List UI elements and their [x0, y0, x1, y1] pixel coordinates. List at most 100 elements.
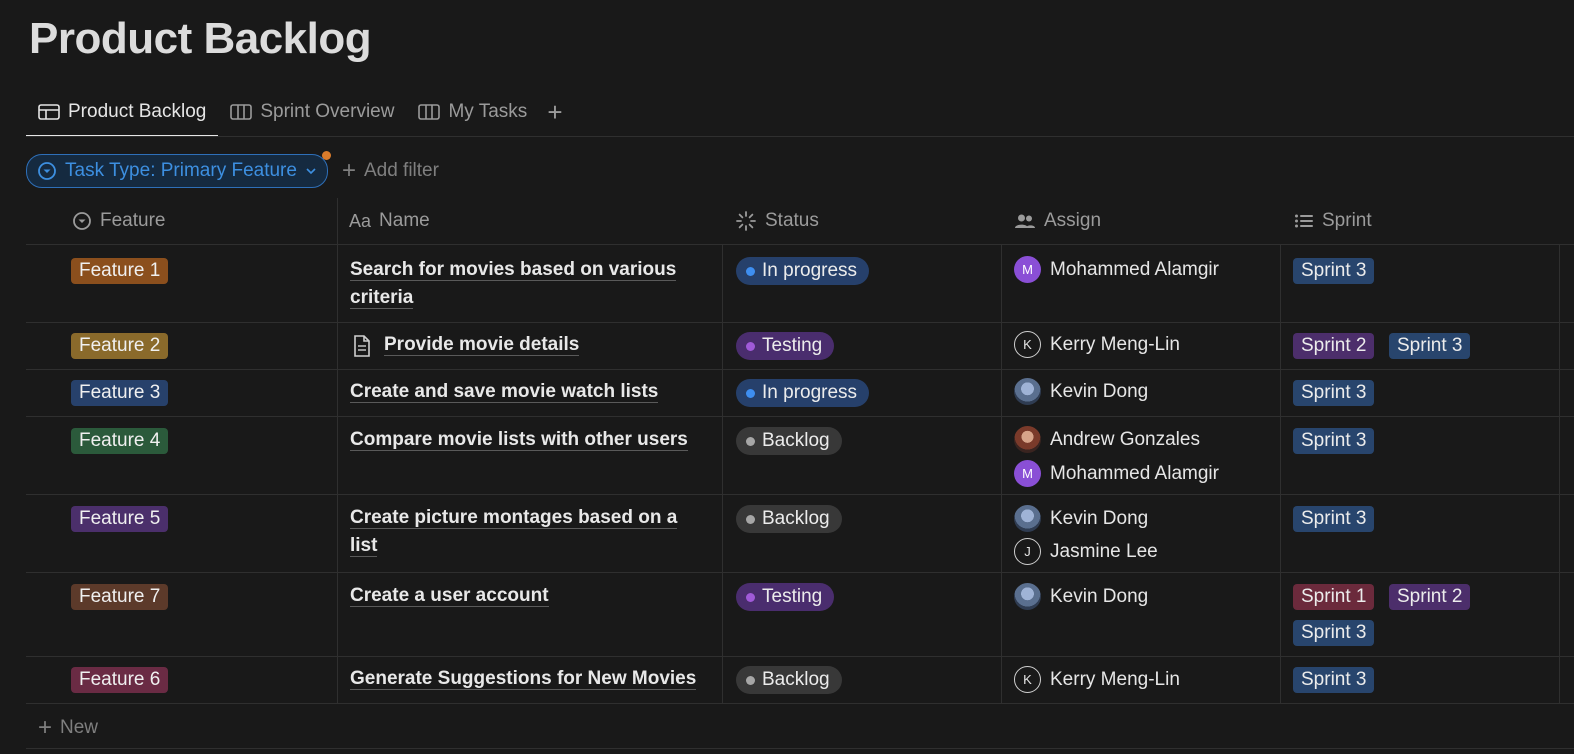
- column-divider: [722, 244, 723, 703]
- status-label: Backlog: [762, 669, 830, 690]
- column-label: Sprint: [1322, 210, 1372, 231]
- assignee-name: Kevin Dong: [1050, 380, 1149, 402]
- table-icon: [38, 104, 60, 120]
- assignee[interactable]: Andrew Gonzales: [1014, 426, 1200, 453]
- status-label: In progress: [762, 260, 858, 281]
- tab-label: My Tasks: [448, 101, 528, 122]
- assignee-name: Kevin Dong: [1050, 585, 1149, 607]
- task-name-line: Create and save movie watch lists: [350, 381, 659, 403]
- status-dot: [746, 436, 755, 446]
- assignee[interactable]: M Mohammed Alamgir: [1014, 460, 1219, 487]
- column-header-name[interactable]: Aa Name: [349, 198, 430, 244]
- select-icon: [73, 212, 91, 230]
- status-badge[interactable]: Backlog: [736, 427, 842, 455]
- assignee[interactable]: K Kerry Meng-Lin: [1014, 331, 1180, 358]
- status-badge[interactable]: Testing: [736, 583, 835, 611]
- document-icon: [354, 335, 370, 357]
- board-icon: [230, 104, 253, 120]
- filter-chip-task-type[interactable]: Task Type: Primary Feature: [26, 151, 331, 188]
- assignee[interactable]: Kevin Dong: [1014, 378, 1148, 405]
- avatar: [1014, 505, 1041, 532]
- feature-tag[interactable]: Feature 5: [71, 506, 169, 532]
- assignee[interactable]: Kevin Dong: [1014, 505, 1148, 532]
- board-icon: [418, 104, 441, 120]
- filter-modified-indicator: [321, 151, 331, 160]
- add-view-button[interactable]: +: [539, 88, 570, 136]
- column-header-feature[interactable]: Feature: [72, 198, 165, 244]
- row-divider: [26, 244, 1574, 245]
- column-label: Assign: [1044, 210, 1102, 231]
- sprint-tag[interactable]: Sprint 2: [1389, 584, 1471, 610]
- assignee-name: Kerry Meng-Lin: [1050, 668, 1180, 690]
- status-dot: [746, 388, 755, 398]
- avatar: K: [1014, 666, 1041, 693]
- feature-tag[interactable]: Feature 7: [71, 584, 169, 610]
- column-divider: [1559, 244, 1560, 703]
- filter-bar: Task Type: Primary Feature + Add filter: [26, 151, 439, 188]
- tab-my-tasks[interactable]: My Tasks: [406, 88, 539, 136]
- status-badge[interactable]: Backlog: [736, 666, 842, 694]
- add-filter-button[interactable]: + Add filter: [342, 157, 439, 185]
- assignee[interactable]: Kevin Dong: [1014, 583, 1148, 610]
- feature-tag[interactable]: Feature 1: [71, 258, 169, 284]
- row-divider: [26, 656, 1574, 657]
- column-header-assign[interactable]: Assign: [1014, 198, 1101, 244]
- avatar: [1014, 378, 1041, 405]
- column-header-sprint[interactable]: Sprint: [1294, 198, 1372, 244]
- status-label: In progress: [762, 382, 858, 403]
- tab-product-backlog[interactable]: Product Backlog: [26, 88, 219, 137]
- assignee[interactable]: J Jasmine Lee: [1014, 538, 1158, 565]
- avatar: [1014, 583, 1041, 610]
- task-name[interactable]: Create a user account: [350, 582, 700, 610]
- sprint-tag[interactable]: Sprint 3: [1293, 620, 1375, 646]
- column-divider: [1001, 244, 1002, 703]
- assignee-name: Kevin Dong: [1050, 507, 1149, 529]
- sprint-tag[interactable]: Sprint 3: [1389, 333, 1471, 359]
- status-label: Testing: [762, 586, 823, 607]
- task-name[interactable]: Create and save movie watch lists: [350, 378, 700, 406]
- feature-tag[interactable]: Feature 3: [71, 380, 169, 406]
- row-divider: [26, 703, 1574, 704]
- feature-tag[interactable]: Feature 2: [71, 333, 169, 359]
- status-dot: [746, 592, 755, 602]
- status-badge[interactable]: In progress: [736, 257, 870, 285]
- sprint-tag[interactable]: Sprint 3: [1293, 428, 1375, 454]
- row-divider: [26, 416, 1574, 417]
- task-name[interactable]: Create picture montages based on a list: [350, 504, 700, 560]
- column-divider: [1280, 244, 1281, 703]
- task-name-line: Create a user account: [350, 585, 549, 607]
- tab-sprint-overview[interactable]: Sprint Overview: [218, 88, 406, 136]
- feature-tag[interactable]: Feature 6: [71, 667, 169, 693]
- status-icon: [736, 211, 756, 231]
- select-icon: [38, 162, 56, 180]
- sprint-tag[interactable]: Sprint 2: [1293, 333, 1375, 359]
- task-name[interactable]: Compare movie lists with other users: [350, 426, 700, 454]
- list-icon: [1295, 214, 1313, 228]
- sprint-tag[interactable]: Sprint 1: [1293, 584, 1375, 610]
- assignee-name: Mohammed Alamgir: [1050, 258, 1219, 280]
- status-badge[interactable]: Backlog: [736, 505, 842, 533]
- task-name[interactable]: Provide movie details: [384, 331, 734, 359]
- row-divider: [26, 748, 1574, 749]
- feature-tag[interactable]: Feature 4: [71, 428, 169, 454]
- column-label: Status: [765, 210, 819, 231]
- assignee-name: Kerry Meng-Lin: [1050, 333, 1180, 355]
- people-icon: [1015, 214, 1035, 228]
- column-header-status[interactable]: Status: [735, 198, 819, 244]
- avatar: K: [1014, 331, 1041, 358]
- sprint-tag[interactable]: Sprint 3: [1293, 506, 1375, 532]
- status-label: Testing: [762, 335, 823, 356]
- task-name[interactable]: Generate Suggestions for New Movies: [350, 665, 720, 693]
- status-badge[interactable]: Testing: [736, 332, 835, 360]
- sprint-tag[interactable]: Sprint 3: [1293, 667, 1375, 693]
- assignee[interactable]: K Kerry Meng-Lin: [1014, 666, 1180, 693]
- task-name-line: Compare movie lists with other users: [350, 429, 688, 451]
- tab-label: Product Backlog: [68, 101, 207, 122]
- sprint-tag[interactable]: Sprint 3: [1293, 380, 1375, 406]
- assignee-name: Andrew Gonzales: [1050, 428, 1200, 450]
- new-row-button[interactable]: + New: [38, 714, 98, 742]
- assignee[interactable]: M Mohammed Alamgir: [1014, 256, 1219, 283]
- status-badge[interactable]: In progress: [736, 379, 870, 407]
- task-name[interactable]: Search for movies based on various criter…: [350, 256, 700, 312]
- sprint-tag[interactable]: Sprint 3: [1293, 258, 1375, 284]
